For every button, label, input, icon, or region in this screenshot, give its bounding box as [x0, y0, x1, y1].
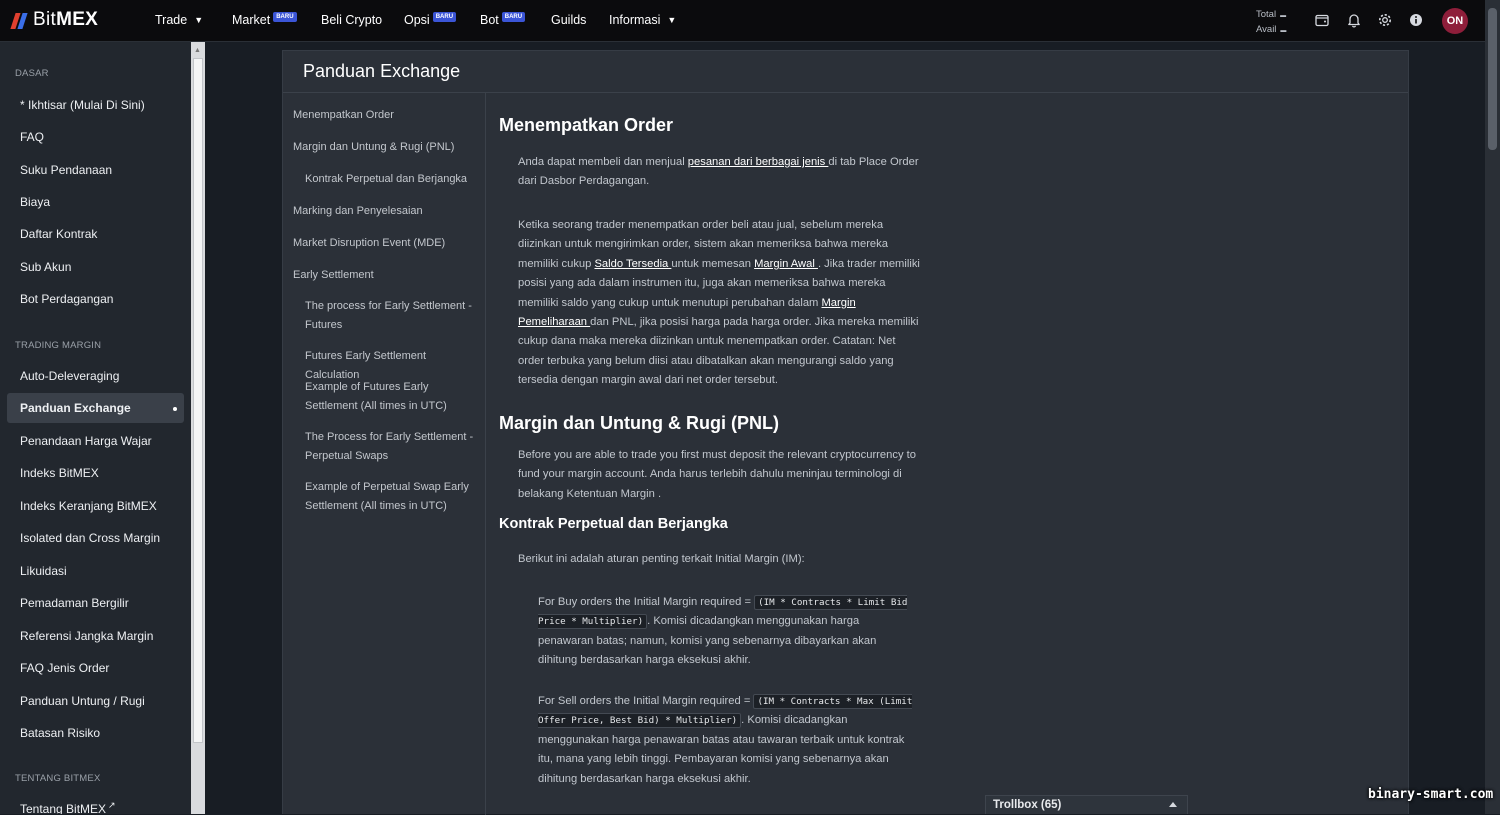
- sidebar-item-faq-jenis-order[interactable]: FAQ Jenis Order: [7, 653, 184, 683]
- bitmex-logo[interactable]: BitMEX: [10, 9, 99, 31]
- chevron-down-icon: ▼: [194, 15, 204, 25]
- section-heading: Menempatkan Order: [499, 115, 674, 135]
- sidebar-item-auto-deleveraging[interactable]: Auto-Deleveraging: [7, 361, 184, 391]
- sidebar-section-title: DASAR: [15, 68, 49, 79]
- balance-avail: Avail ▬: [1256, 24, 1287, 35]
- sidebar-item-panduan-exchange[interactable]: Panduan Exchange: [7, 393, 184, 423]
- new-badge: BARU: [501, 12, 526, 22]
- sidebar-section-title: TENTANG BITMEX: [15, 773, 101, 784]
- bitmex-logo-icon: [10, 12, 29, 29]
- sidebar-item-penandaan-harga-wajar[interactable]: Penandaan Harga Wajar: [7, 426, 184, 456]
- gear-icon[interactable]: [1377, 12, 1393, 28]
- paragraph: Berikut ini adalah aturan penting terkai…: [518, 553, 805, 565]
- subsection-heading: Kontrak Perpetual dan Berjangka: [499, 516, 728, 532]
- nav-opsi[interactable]: Opsi BARU: [404, 12, 457, 27]
- balance-summary[interactable]: Total ▬ Avail ▬: [1256, 8, 1286, 38]
- sidebar-item-indeks-keranjang[interactable]: Indeks Keranjang BitMEX: [7, 491, 184, 521]
- page-scrollbar[interactable]: [1485, 0, 1500, 814]
- toc-item[interactable]: The process for Early Settlement - Futur…: [305, 297, 477, 335]
- scroll-up-arrow-icon[interactable]: ▲: [194, 47, 201, 54]
- nav-bot[interactable]: Bot BARU: [480, 12, 526, 27]
- sidebar-item-bot-perdagangan[interactable]: Bot Perdagangan: [7, 284, 184, 314]
- docs-sidebar: DASAR * Ikhtisar (Mulai Di Sini) FAQ Suk…: [0, 42, 191, 814]
- bell-icon[interactable]: [1346, 12, 1362, 28]
- link-saldo-tersedia[interactable]: Saldo Tersedia: [594, 258, 671, 270]
- page-title: Panduan Exchange: [283, 51, 1408, 93]
- wallet-icon[interactable]: [1314, 12, 1330, 28]
- sidebar-item-referensi-jangka-margin[interactable]: Referensi Jangka Margin: [7, 621, 184, 651]
- nav-informasi[interactable]: Informasi ▼: [609, 13, 676, 27]
- new-badge: BARU: [273, 12, 297, 22]
- logo-text: BitMEX: [33, 9, 99, 30]
- toc-item[interactable]: Kontrak Perpetual dan Berjangka: [305, 170, 481, 189]
- paragraph: Before you are able to trade you first m…: [518, 449, 916, 500]
- sidebar-item-ikhtisar[interactable]: * Ikhtisar (Mulai Di Sini): [7, 90, 184, 120]
- trollbox-toggle[interactable]: Trollbox (65): [985, 795, 1188, 814]
- toc-item[interactable]: The Process for Early Settlement - Perpe…: [305, 428, 477, 466]
- user-avatar[interactable]: ON: [1442, 8, 1468, 34]
- sell-order-rule: For Sell orders the Initial Margin requi…: [538, 694, 913, 785]
- external-link-icon: ↗: [108, 799, 116, 810]
- chevron-up-icon: [1169, 802, 1177, 807]
- table-of-contents: Menempatkan Order Margin dan Untung & Ru…: [283, 93, 486, 815]
- sidebar-section-title: TRADING MARGIN: [15, 340, 102, 351]
- top-navbar: BitMEX Trade ▼ Market BARU Beli Crypto Ops…: [0, 0, 1485, 42]
- new-badge: BARU: [432, 12, 457, 22]
- nav-beli-crypto[interactable]: Beli Crypto: [321, 13, 382, 27]
- sidebar-scroll-thumb[interactable]: [193, 58, 203, 743]
- info-icon[interactable]: [1408, 12, 1424, 28]
- toc-item[interactable]: Example of Perpetual Swap Early Settleme…: [305, 478, 477, 516]
- section-heading: Margin dan Untung & Rugi (PNL): [499, 413, 779, 433]
- nav-guilds[interactable]: Guilds: [551, 13, 586, 27]
- sidebar-item-daftar-kontrak[interactable]: Daftar Kontrak: [7, 219, 184, 249]
- paragraph: Anda dapat membeli dan menjual pesanan d…: [518, 156, 919, 188]
- sidebar-item-faq[interactable]: FAQ: [7, 122, 184, 152]
- balance-total: Total ▬: [1256, 9, 1287, 20]
- toc-item[interactable]: Marking dan Penyelesaian: [293, 202, 478, 221]
- sidebar-item-isolated-cross[interactable]: Isolated dan Cross Margin: [7, 523, 184, 553]
- page-scroll-thumb[interactable]: [1488, 8, 1497, 150]
- sidebar-item-indeks-bitmex[interactable]: Indeks BitMEX: [7, 458, 184, 488]
- nav-trade[interactable]: Trade ▼: [155, 13, 203, 27]
- sidebar-item-biaya[interactable]: Biaya: [7, 187, 184, 217]
- nav-market[interactable]: Market BARU: [232, 12, 297, 27]
- sidebar-item-sub-akun[interactable]: Sub Akun: [7, 252, 184, 282]
- link-margin-awal[interactable]: Margin Awal: [754, 258, 818, 270]
- chevron-down-icon: ▼: [667, 15, 677, 25]
- sidebar-item-batasan-risiko[interactable]: Batasan Risiko: [7, 718, 184, 748]
- sidebar-item-likuidasi[interactable]: Likuidasi: [7, 556, 184, 586]
- sidebar-item-pemadaman-bergilir[interactable]: Pemadaman Bergilir: [7, 588, 184, 618]
- watermark: binary-smart.com: [1368, 787, 1494, 802]
- guide-panel: Panduan Exchange Menempatkan Order Margi…: [282, 50, 1409, 815]
- link-jenis-order[interactable]: pesanan dari berbagai jenis: [688, 156, 829, 168]
- sidebar-item-panduan-untung-rugi[interactable]: Panduan Untung / Rugi: [7, 686, 184, 716]
- toc-item[interactable]: Market Disruption Event (MDE): [293, 234, 478, 253]
- toc-item[interactable]: Example of Futures Early Settlement (All…: [305, 378, 483, 416]
- sidebar-scrollbar[interactable]: ▲: [191, 42, 205, 814]
- toc-item[interactable]: Early Settlement: [293, 266, 478, 285]
- toc-item[interactable]: Margin dan Untung & Rugi (PNL): [293, 138, 478, 157]
- buy-order-rule: For Buy orders the Initial Margin requir…: [538, 595, 908, 667]
- sidebar-item-tentang-bitmex[interactable]: Tentang BitMEX ↗: [7, 794, 184, 815]
- toc-item[interactable]: Menempatkan Order: [293, 106, 478, 125]
- sidebar-item-suku-pendanaan[interactable]: Suku Pendanaan: [7, 155, 184, 185]
- paragraph: Ketika seorang trader menempatkan order …: [518, 219, 920, 387]
